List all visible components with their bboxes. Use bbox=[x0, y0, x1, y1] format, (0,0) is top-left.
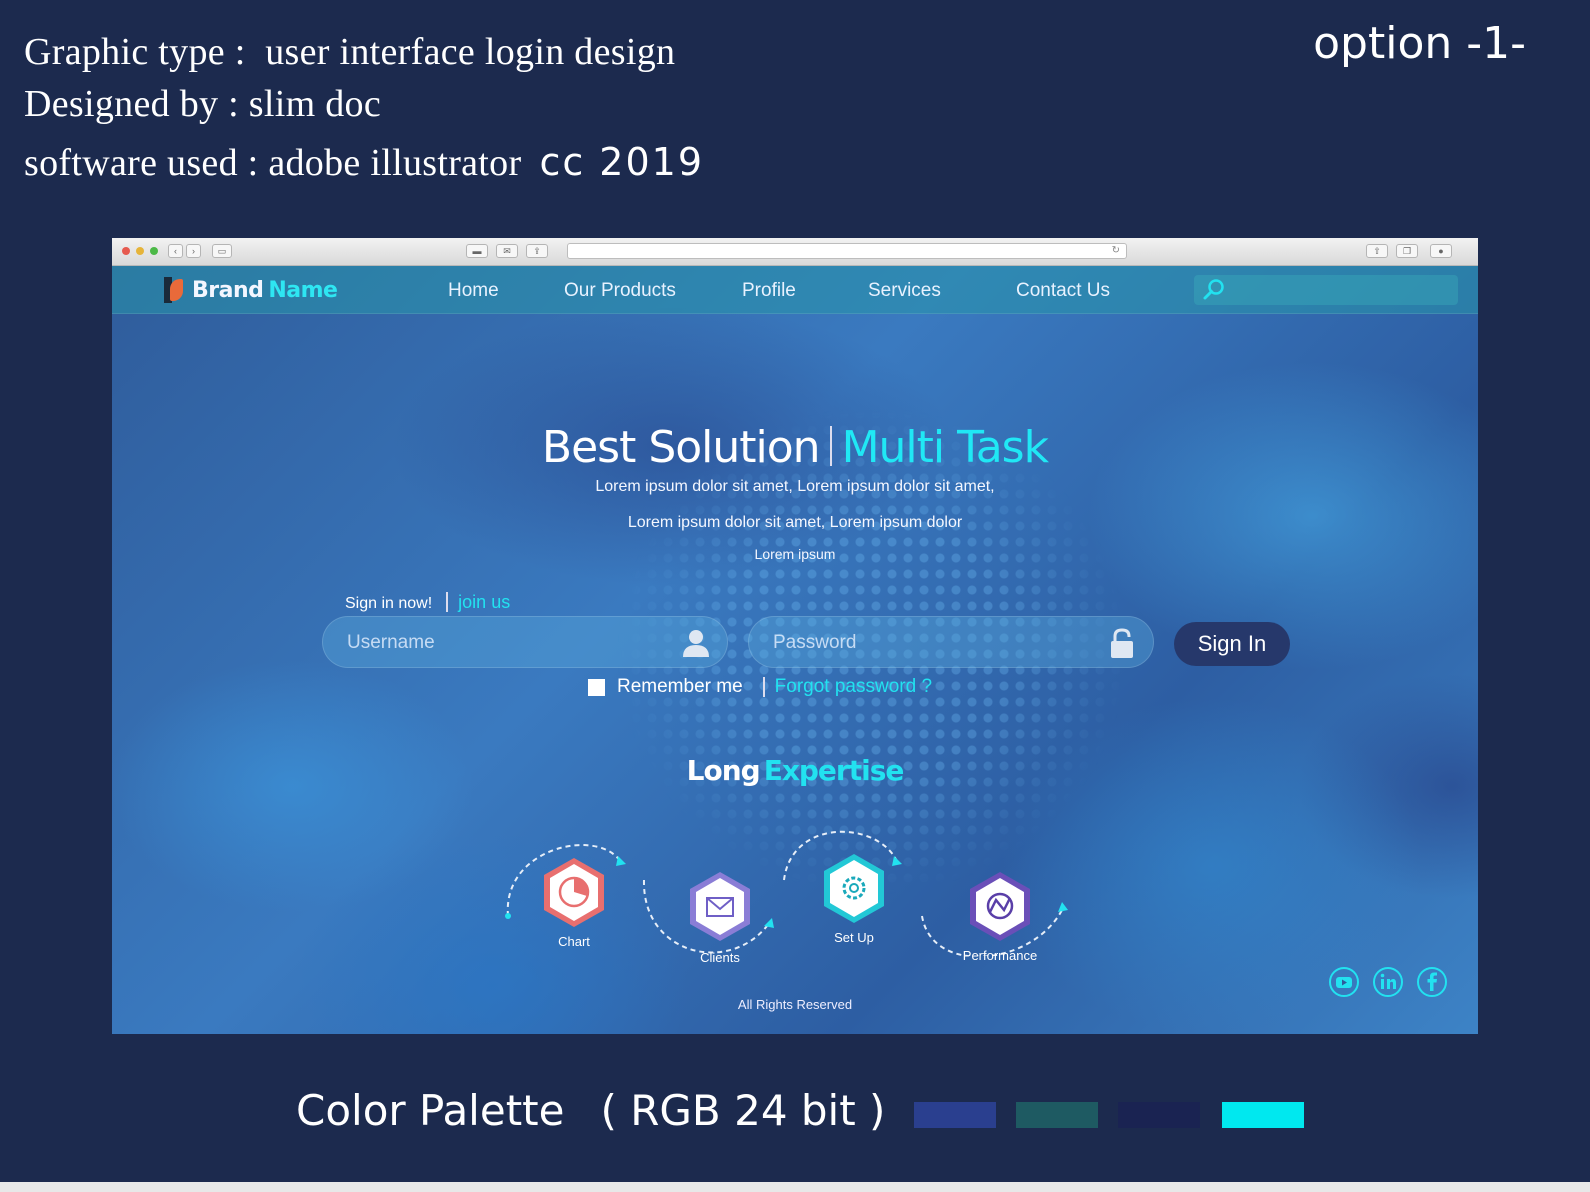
palette-swatch-1 bbox=[914, 1102, 996, 1128]
hero-text-line-2: Lorem ipsum dolor sit amet, Lorem ipsum … bbox=[627, 514, 963, 531]
browser-toolbar: ‹ › ▭ ▬ ✉ ⇪ ↻ ⇧ ❐ ● bbox=[112, 238, 1478, 266]
feature-label-clients: Clients bbox=[700, 950, 740, 965]
search-icon[interactable] bbox=[1202, 278, 1226, 302]
browser-window: ‹ › ▭ ▬ ✉ ⇪ ↻ ⇧ ❐ ● Brand Name Home Our P… bbox=[112, 238, 1478, 1034]
software-version: cc 2019 bbox=[539, 140, 705, 184]
forward-icon[interactable]: › bbox=[186, 244, 201, 258]
brand-word-1: Brand bbox=[192, 277, 264, 303]
graphic-type-line: Graphic type : user interface login desi… bbox=[24, 30, 675, 74]
username-field-wrapper bbox=[322, 616, 728, 669]
option-label: option -1- bbox=[1313, 18, 1526, 69]
reload-icon[interactable]: ↻ bbox=[1112, 245, 1120, 256]
gear-icon[interactable] bbox=[824, 854, 884, 923]
back-icon[interactable]: ‹ bbox=[168, 244, 183, 258]
footer-text: All Rights Reserved bbox=[737, 997, 853, 1012]
signin-links: Sign in now! join us bbox=[345, 592, 510, 613]
brand-logo[interactable]: Brand Name bbox=[162, 275, 338, 305]
software-label: software used : adobe illustrator bbox=[24, 142, 522, 184]
sign-in-button[interactable]: Sign In bbox=[1174, 622, 1290, 666]
expertise-title: Long Expertise bbox=[112, 754, 1478, 787]
nav-services[interactable]: Services bbox=[868, 280, 941, 302]
palette-title-text: Color Palette bbox=[296, 1086, 565, 1135]
maximize-window-icon[interactable] bbox=[150, 247, 158, 255]
bottom-strip bbox=[0, 1182, 1590, 1192]
address-bar[interactable]: ↻ bbox=[567, 243, 1127, 259]
sidebar-toggle-icon[interactable]: ▭ bbox=[212, 244, 232, 258]
palette-title: Color Palette ( RGB 24 bit ) bbox=[296, 1086, 885, 1135]
feature-label-performance: Performance bbox=[962, 948, 1038, 963]
palette-swatch-4 bbox=[1222, 1102, 1304, 1128]
brand-name: Brand Name bbox=[192, 277, 338, 303]
expertise-word-2: Expertise bbox=[763, 754, 905, 787]
upload-icon[interactable]: ⇧ bbox=[1366, 244, 1388, 258]
performance-icon[interactable] bbox=[970, 872, 1030, 941]
hero-text-line-1: Lorem ipsum dolor sit amet, Lorem ipsum … bbox=[595, 478, 995, 495]
palette-subtitle: ( RGB 24 bit ) bbox=[600, 1086, 886, 1135]
nav-profile[interactable]: Profile bbox=[742, 280, 796, 302]
designed-by-line: Designed by : slim doc bbox=[24, 83, 382, 125]
remember-me-checkbox[interactable] bbox=[588, 678, 605, 696]
hero-text-line-3: Lorem ipsum bbox=[754, 546, 836, 562]
print-icon[interactable]: ▬ bbox=[466, 244, 488, 258]
username-input[interactable] bbox=[347, 617, 667, 669]
envelope-icon[interactable] bbox=[690, 872, 750, 941]
brand-mark-icon bbox=[162, 275, 186, 305]
minimize-window-icon[interactable] bbox=[136, 247, 144, 255]
software-line: software used : adobe illustrator cc 2019 bbox=[24, 140, 704, 185]
close-window-icon[interactable] bbox=[122, 247, 130, 255]
nav-our-products[interactable]: Our Products bbox=[564, 280, 676, 302]
remember-me-label: Remember me bbox=[617, 676, 743, 697]
tabs-icon[interactable]: ❐ bbox=[1396, 244, 1418, 258]
nav-bar: Brand Name Home Our Products Profile Serv… bbox=[112, 266, 1478, 314]
nav-home[interactable]: Home bbox=[448, 280, 499, 302]
join-us-link[interactable]: join us bbox=[458, 592, 510, 612]
graphic-type-label: Graphic type : bbox=[24, 31, 246, 73]
search-input[interactable] bbox=[1194, 275, 1458, 305]
share-icon[interactable]: ⇪ bbox=[526, 244, 548, 258]
palette-swatch-3 bbox=[1118, 1102, 1200, 1128]
login-page: Brand Name Home Our Products Profile Serv… bbox=[112, 266, 1478, 1034]
expertise-word-1: Long bbox=[686, 754, 761, 787]
brand-word-2: Name bbox=[268, 277, 338, 303]
forgot-password-link[interactable]: Forgot password ? bbox=[775, 676, 932, 698]
password-input[interactable] bbox=[773, 617, 1093, 669]
lock-icon bbox=[1111, 628, 1133, 658]
remember-row: Remember me Forgot password ? bbox=[588, 676, 932, 698]
hero-title-part-2: Multi Task bbox=[841, 422, 1049, 473]
feature-label-set-up: Set Up bbox=[834, 930, 874, 945]
palette-swatch-2 bbox=[1016, 1102, 1098, 1128]
linkedin-icon[interactable] bbox=[1372, 966, 1404, 998]
settings-icon[interactable]: ● bbox=[1430, 244, 1452, 258]
hero-title: Best Solution Multi Task bbox=[112, 422, 1478, 473]
hero-title-part-1: Best Solution bbox=[541, 422, 821, 473]
mail-icon[interactable]: ✉ bbox=[496, 244, 518, 258]
sign-in-now-label: Sign in now! bbox=[345, 595, 433, 612]
password-field-wrapper bbox=[748, 616, 1154, 669]
youtube-icon[interactable] bbox=[1328, 966, 1360, 998]
feature-label-chart: Chart bbox=[558, 934, 590, 949]
nav-contact-us[interactable]: Contact Us bbox=[1016, 280, 1110, 302]
pie-chart-icon[interactable] bbox=[544, 858, 604, 927]
graphic-type-value: user interface login design bbox=[265, 31, 676, 73]
facebook-icon[interactable] bbox=[1416, 966, 1448, 998]
user-icon bbox=[683, 630, 709, 657]
